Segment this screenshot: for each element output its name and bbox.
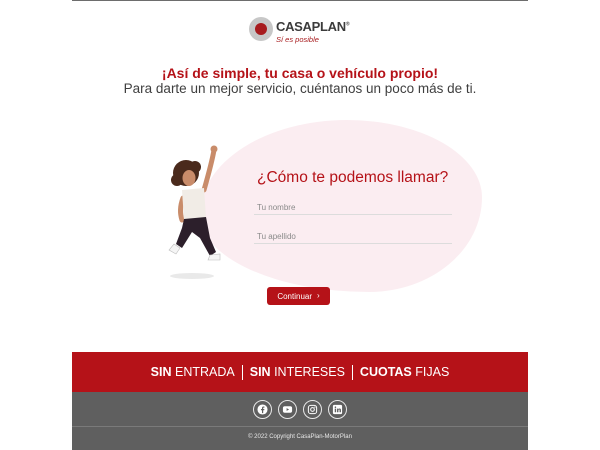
value-proposition-band: SIN ENTRADA SIN INTERESES CUOTAS FIJAS	[72, 352, 528, 392]
band-item1-rest: ENTRADA	[175, 365, 235, 379]
band-item3-bold: CUOTAS	[359, 365, 412, 379]
band-item1-bold: SIN	[150, 365, 172, 379]
logo-tagline: Sí es posible	[276, 35, 319, 44]
youtube-link[interactable]	[278, 400, 297, 419]
footer: © 2022 Copyright CasaPlan-MotorPlan	[72, 392, 528, 450]
continue-button[interactable]: Continuar ›	[267, 287, 330, 305]
linkedin-link[interactable]	[328, 400, 347, 419]
band-item3-rest: FIJAS	[415, 365, 450, 379]
logo-mark-icon	[249, 17, 273, 41]
last-name-input[interactable]	[254, 228, 452, 245]
band-item2-bold: SIN	[249, 365, 271, 379]
first-name-field-wrapper	[254, 197, 452, 216]
facebook-link[interactable]	[253, 400, 272, 419]
band-item2-rest: INTERESES	[274, 365, 345, 379]
band-divider	[241, 364, 243, 380]
last-name-field-wrapper	[254, 226, 452, 245]
jumping-woman-illustration	[168, 145, 221, 279]
copyright-text: © 2022 Copyright CasaPlan-MotorPlan	[248, 434, 352, 440]
name-question-heading: ¿Cómo te podemos llamar?	[257, 169, 449, 186]
page: CASAPLAN® Sí es posible ¡Así de simple, …	[0, 0, 600, 450]
logo-brand-name: CASAPLAN®	[276, 19, 350, 34]
facebook-icon	[257, 404, 268, 415]
linkedin-icon	[332, 404, 343, 415]
band-divider	[351, 364, 353, 380]
casaplan-logo[interactable]: CASAPLAN® Sí es posible	[249, 16, 350, 44]
first-name-input[interactable]	[254, 199, 452, 216]
instagram-link[interactable]	[303, 400, 322, 419]
youtube-icon	[282, 406, 293, 413]
page-headline: ¡Así de simple, tu casa o vehículo propi…	[161, 65, 439, 81]
logo-registered-mark: ®	[345, 21, 350, 28]
top-divider	[72, 0, 528, 1]
instagram-icon	[307, 404, 318, 415]
footer-divider	[72, 426, 528, 427]
continue-button-label: Continuar	[277, 291, 312, 301]
logo-brand-text: CASAPLAN	[276, 19, 346, 34]
page-subheadline: Para darte un mejor servicio, cuéntanos …	[123, 81, 477, 96]
chevron-right-icon: ›	[317, 291, 320, 300]
social-links	[253, 400, 347, 419]
